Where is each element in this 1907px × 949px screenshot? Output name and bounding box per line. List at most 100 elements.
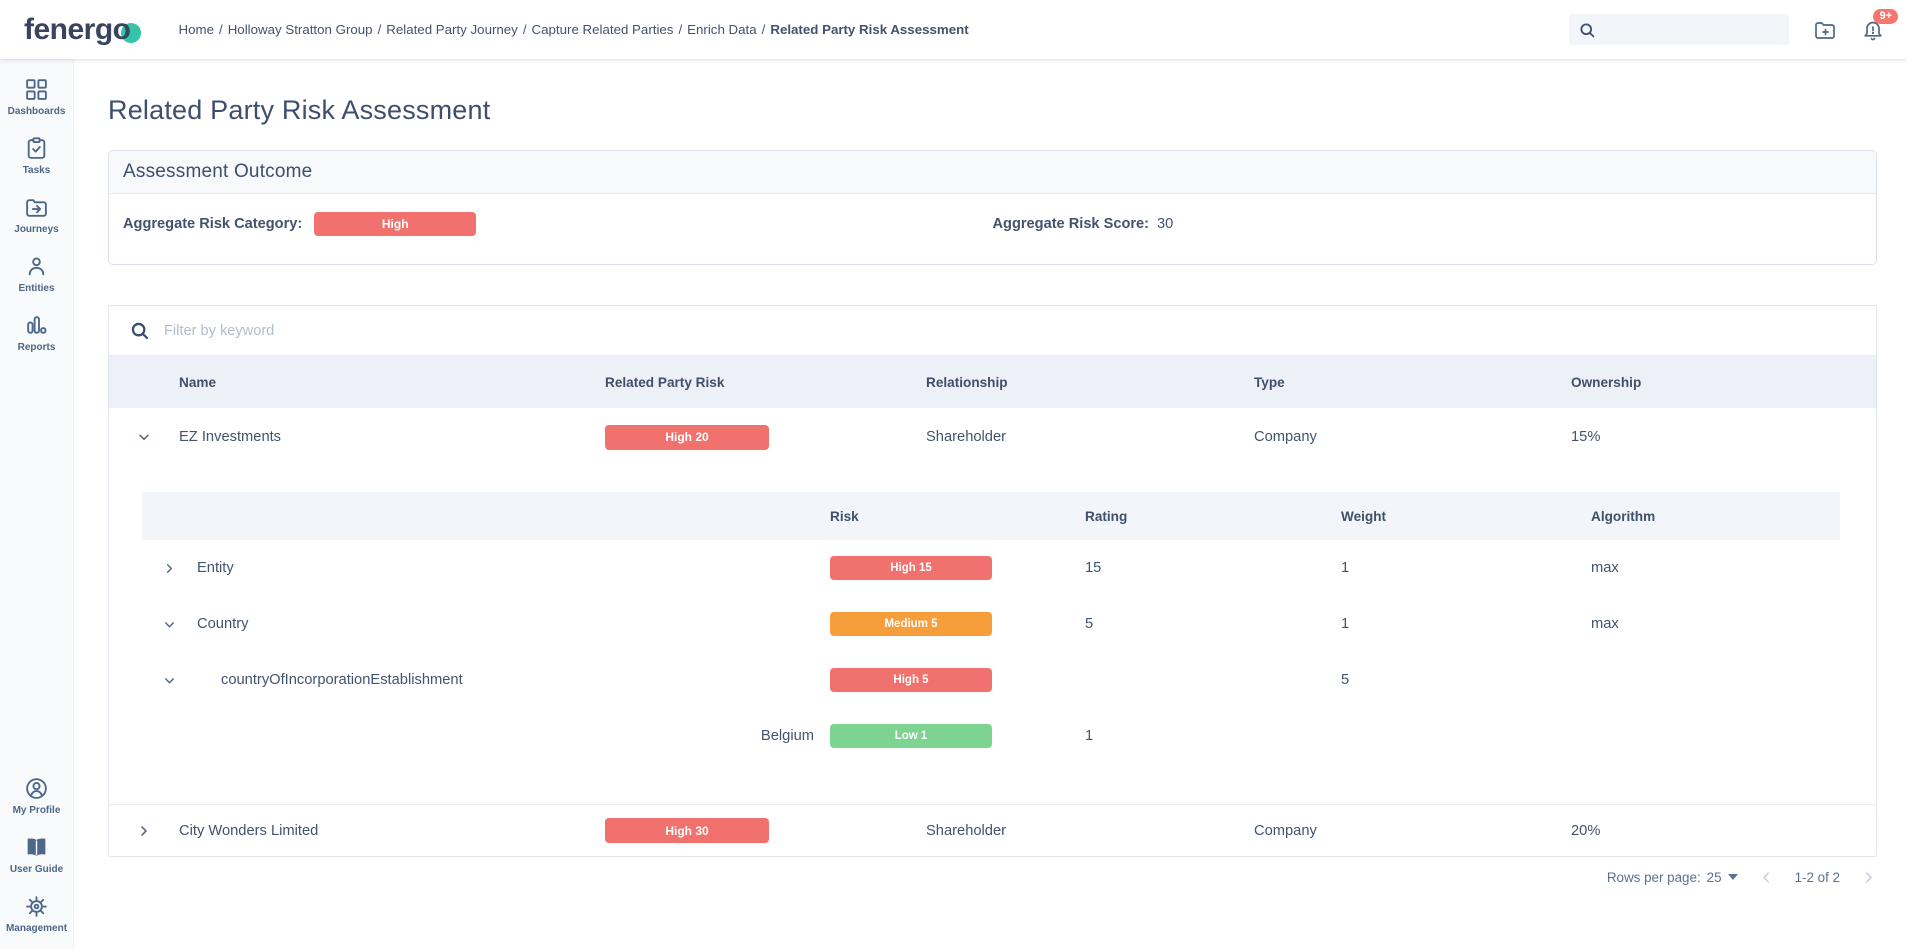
cell-rating: 1: [1085, 728, 1341, 744]
aggregate-risk-score-label: Aggregate Risk Score:: [993, 216, 1150, 232]
page-title: Related Party Risk Assessment: [108, 95, 1877, 126]
cell-rating: 15: [1085, 560, 1341, 576]
global-search: [1569, 14, 1789, 45]
cell-relationship: Shareholder: [926, 429, 1254, 445]
top-header: fenergo Home / Holloway Stratton Group /…: [0, 0, 1907, 59]
page-range-label: 1-2 of 2: [1795, 870, 1840, 885]
collapse-row-button[interactable]: [162, 617, 177, 632]
breadcrumb-enrich-data[interactable]: Enrich Data: [687, 22, 756, 37]
sidebar-item-management[interactable]: Management: [0, 890, 73, 938]
journeys-icon: [24, 195, 49, 220]
cell-ownership: 15%: [1571, 429, 1876, 445]
breakdown-header-row: Risk Rating Weight Algorithm: [142, 492, 1840, 540]
folder-plus-icon: [1813, 18, 1837, 42]
cell-ownership: 20%: [1571, 823, 1876, 839]
cell-type: Company: [1254, 429, 1571, 445]
next-page-button[interactable]: [1860, 869, 1877, 886]
chevron-down-icon: [162, 617, 177, 632]
breadcrumb-home[interactable]: Home: [179, 22, 214, 37]
collapse-row-button[interactable]: [109, 429, 179, 445]
risk-breakdown-panel: Risk Rating Weight Algorithm Entity High…: [142, 492, 1840, 764]
aggregate-risk-category-badge: High: [314, 212, 476, 236]
sidebar-item-label: My Profile: [13, 805, 61, 816]
breadcrumb-stage[interactable]: Capture Related Parties: [532, 22, 674, 37]
filter-keyword-input[interactable]: [164, 323, 1862, 339]
column-header-type: Type: [1254, 375, 1571, 390]
table-row: EZ Investments High 20 Shareholder Compa…: [109, 408, 1876, 466]
column-header-ownership: Ownership: [1571, 375, 1876, 390]
add-folder-button[interactable]: [1813, 18, 1837, 42]
column-header-relationship: Relationship: [926, 375, 1254, 390]
breadcrumb-separator: /: [678, 22, 682, 37]
aggregate-risk-score-value: 30: [1157, 216, 1173, 232]
breakdown-name: countryOfIncorporationEstablishment: [221, 672, 463, 688]
breadcrumb-journey[interactable]: Related Party Journey: [386, 22, 518, 37]
chevron-down-icon: [162, 673, 177, 688]
cell-algorithm: max: [1591, 616, 1840, 632]
breadcrumb-separator: /: [523, 22, 527, 37]
sidebar-item-label: Journeys: [14, 224, 58, 235]
sidebar-item-dashboards[interactable]: Dashboards: [0, 73, 73, 121]
sidebar-item-label: User Guide: [10, 864, 63, 875]
sidebar-item-my-profile[interactable]: My Profile: [0, 772, 73, 820]
sidebar-item-reports[interactable]: Reports: [0, 309, 73, 357]
sidebar-item-tasks[interactable]: Tasks: [0, 132, 73, 180]
column-header-name: Name: [179, 375, 605, 390]
expand-row-button[interactable]: [162, 561, 177, 576]
profile-icon: [24, 776, 49, 801]
cell-weight: 1: [1341, 616, 1591, 632]
filter-bar: [109, 306, 1876, 356]
sidebar-item-label: Dashboards: [8, 106, 66, 117]
breakdown-name: Country: [197, 616, 248, 632]
chevron-right-icon: [1860, 869, 1877, 886]
risk-badge: High 30: [605, 818, 769, 843]
cell-name[interactable]: EZ Investments: [179, 429, 605, 445]
chevron-right-icon: [136, 823, 152, 839]
cell-name[interactable]: City Wonders Limited: [179, 823, 605, 839]
caret-down-icon: [1728, 874, 1738, 881]
filter-search-icon: [129, 320, 150, 341]
fenergo-logo[interactable]: fenergo: [24, 13, 141, 47]
breadcrumb: Home / Holloway Stratton Group / Related…: [179, 22, 969, 37]
risk-badge: Low 1: [830, 724, 992, 748]
notifications-button[interactable]: 9+: [1861, 18, 1885, 42]
rows-per-page-label: Rows per page:: [1607, 870, 1701, 885]
breakdown-row-belgium: Belgium Low 1 1: [142, 708, 1840, 764]
column-header-risk: Risk: [830, 509, 1085, 524]
breakdown-row-country-of-incorporation: countryOfIncorporationEstablishment High…: [142, 652, 1840, 708]
sidebar-item-user-guide[interactable]: User Guide: [0, 831, 73, 879]
column-header-algorithm: Algorithm: [1591, 509, 1840, 524]
column-header-related-party-risk: Related Party Risk: [605, 375, 926, 390]
table-row: City Wonders Limited High 30 Shareholder…: [109, 804, 1876, 856]
risk-badge: High 5: [830, 668, 992, 692]
sidebar-item-entities[interactable]: Entities: [0, 250, 73, 298]
breadcrumb-current-page: Related Party Risk Assessment: [770, 22, 968, 37]
management-icon: [24, 894, 49, 919]
expand-row-button[interactable]: [109, 823, 179, 839]
chevron-left-icon: [1758, 869, 1775, 886]
assessment-outcome-card: Assessment Outcome Aggregate Risk Catego…: [108, 150, 1877, 265]
pagination: Rows per page:25 1-2 of 2: [108, 869, 1877, 886]
cell-relationship: Shareholder: [926, 823, 1254, 839]
cell-algorithm: max: [1591, 560, 1840, 576]
dashboards-icon: [24, 77, 49, 102]
breadcrumb-entity[interactable]: Holloway Stratton Group: [228, 22, 373, 37]
collapse-row-button[interactable]: [162, 673, 177, 688]
reports-icon: [24, 313, 49, 338]
breakdown-row-entity: Entity High 15 15 1 max: [142, 540, 1840, 596]
search-icon: [1578, 21, 1596, 39]
breakdown-row-country: Country Medium 5 5 1 max: [142, 596, 1840, 652]
sidebar-item-label: Management: [6, 923, 67, 934]
table-header-row: Name Related Party Risk Relationship Typ…: [109, 356, 1876, 408]
column-header-weight: Weight: [1341, 509, 1591, 524]
aggregate-risk-category-label: Aggregate Risk Category:: [123, 216, 302, 232]
global-search-input[interactable]: [1604, 22, 1780, 37]
risk-badge: High 20: [605, 425, 769, 450]
main-content: Related Party Risk Assessment Assessment…: [74, 59, 1907, 949]
breakdown-name: Belgium: [142, 728, 830, 744]
previous-page-button[interactable]: [1758, 869, 1775, 886]
sidebar-item-journeys[interactable]: Journeys: [0, 191, 73, 239]
related-parties-table: Name Related Party Risk Relationship Typ…: [108, 305, 1877, 857]
rows-per-page-select[interactable]: Rows per page:25: [1607, 870, 1738, 885]
cell-weight: 1: [1341, 560, 1591, 576]
